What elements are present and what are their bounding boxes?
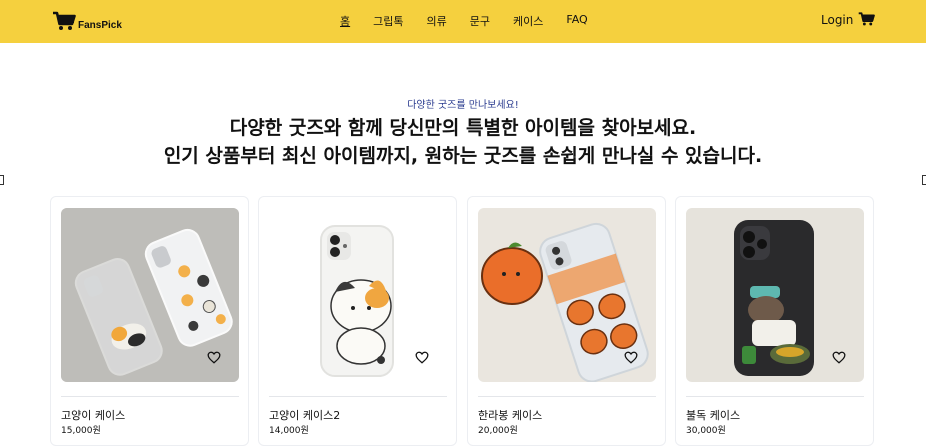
nav-griptok[interactable]: 그립톡: [373, 13, 403, 29]
hero-title-line-1: 다양한 굿즈와 함께 당신만의 특별한 아이템을 찾아보세요.: [229, 117, 697, 139]
product-price: 20,000원: [478, 426, 518, 436]
product-price: 30,000원: [686, 426, 726, 436]
nav-case[interactable]: 케이스: [513, 13, 543, 29]
product-card[interactable]: 고양이 케이스2 14,000원: [258, 196, 457, 446]
top-navbar: FansPick 홈 그립톡 의류 문구 케이스 FAQ Login: [0, 0, 926, 43]
cart-logo-icon: [52, 11, 76, 31]
hero-title-line-2: 인기 상품부터 최신 아이템까지, 원하는 굿즈를 손쉽게 만나실 수 있습니다…: [163, 145, 763, 167]
carousel-next-marker[interactable]: [922, 175, 926, 185]
login-link[interactable]: Login: [821, 13, 853, 27]
card-divider: [686, 396, 864, 397]
main-nav: 홈 그립톡 의류 문구 케이스 FAQ: [340, 13, 611, 29]
heart-icon[interactable]: [207, 349, 221, 368]
card-divider: [61, 396, 239, 397]
logo[interactable]: FansPick: [52, 11, 122, 31]
heart-icon[interactable]: [832, 349, 846, 368]
card-divider: [478, 396, 656, 397]
product-name[interactable]: 고양이 케이스: [61, 407, 125, 423]
heart-icon[interactable]: [415, 349, 429, 368]
nav-faq[interactable]: FAQ: [566, 13, 587, 29]
product-name[interactable]: 불독 케이스: [686, 407, 740, 423]
card-divider: [269, 396, 447, 397]
product-card[interactable]: 한라봉 케이스 20,000원: [467, 196, 666, 446]
product-price: 14,000원: [269, 426, 309, 436]
product-price: 15,000원: [61, 426, 101, 436]
product-name[interactable]: 한라봉 케이스: [478, 407, 542, 423]
hero-subtitle: 다양한 굿즈를 만나보세요!: [407, 100, 519, 111]
heart-icon[interactable]: [624, 349, 638, 368]
nav-home[interactable]: 홈: [340, 13, 350, 29]
logo-text: FansPick: [78, 20, 122, 31]
product-card[interactable]: 불독 케이스 30,000원: [675, 196, 874, 446]
product-name[interactable]: 고양이 케이스2: [269, 407, 340, 423]
product-card[interactable]: 고양이 케이스 15,000원: [50, 196, 249, 446]
cart-icon[interactable]: [858, 11, 875, 31]
nav-stationery[interactable]: 문구: [470, 13, 490, 29]
nav-clothing[interactable]: 의류: [427, 13, 447, 29]
carousel-prev-marker[interactable]: [0, 175, 4, 185]
